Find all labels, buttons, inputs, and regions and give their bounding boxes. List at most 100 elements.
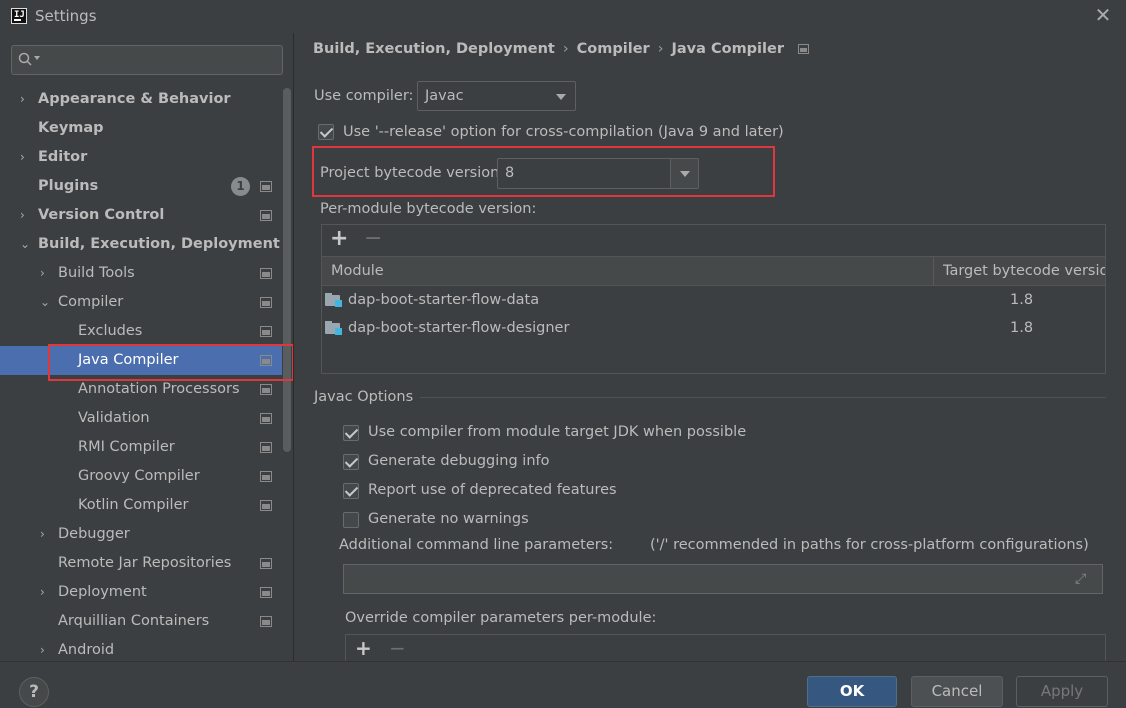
sidebar-item-arquillian-containers[interactable]: Arquillian Containers bbox=[0, 607, 282, 636]
sidebar-item-deployment[interactable]: › Deployment bbox=[0, 578, 282, 607]
help-button[interactable]: ? bbox=[19, 677, 49, 707]
sidebar-item-label: Debugger bbox=[58, 526, 130, 542]
per-module-label: Per-module bytecode version: bbox=[320, 201, 537, 217]
module-version-cell[interactable]: 1.8 bbox=[1010, 292, 1033, 308]
breadcrumb-item: Java Compiler bbox=[671, 41, 784, 57]
add-icon[interactable]: + bbox=[330, 226, 348, 251]
close-icon[interactable]: ✕ bbox=[1094, 5, 1112, 27]
use-compiler-label: Use compiler: bbox=[314, 88, 414, 104]
chevron-icon[interactable]: › bbox=[40, 520, 52, 549]
chevron-icon[interactable]: › bbox=[40, 259, 52, 288]
project-level-icon bbox=[260, 558, 272, 569]
sidebar-item-label: Groovy Compiler bbox=[78, 468, 200, 484]
section-divider bbox=[420, 397, 1106, 398]
sidebar-item-label: Kotlin Compiler bbox=[78, 497, 189, 513]
additional-params-input[interactable] bbox=[343, 564, 1103, 594]
breadcrumb-item: Build, Execution, Deployment bbox=[313, 41, 555, 57]
sidebar-item-rmi-compiler[interactable]: RMI Compiler bbox=[0, 433, 282, 462]
title-bar bbox=[0, 0, 1126, 33]
generate-no-warnings-checkbox[interactable] bbox=[343, 512, 359, 528]
module-name-cell[interactable]: dap-boot-starter-flow-designer bbox=[348, 320, 569, 336]
sidebar-item-build-tools[interactable]: › Build Tools bbox=[0, 259, 282, 288]
sidebar-item-label: Version Control bbox=[38, 207, 165, 223]
chevron-icon[interactable]: ⌄ bbox=[40, 288, 52, 317]
cancel-button[interactable]: Cancel bbox=[911, 676, 1003, 707]
project-level-icon bbox=[260, 500, 272, 511]
sidebar-item-label: Editor bbox=[38, 149, 88, 165]
release-option-checkbox[interactable] bbox=[318, 124, 334, 140]
project-level-icon bbox=[797, 44, 809, 54]
sidebar-item-label: Arquillian Containers bbox=[58, 613, 210, 629]
bytecode-version-value: 8 bbox=[505, 165, 515, 181]
intellij-logo-icon: IJ bbox=[11, 8, 27, 24]
chevron-down-icon[interactable] bbox=[670, 159, 698, 188]
module-folder-icon bbox=[325, 321, 342, 335]
breadcrumb-separator: › bbox=[657, 41, 664, 57]
sidebar-item-label: Plugins bbox=[38, 178, 99, 194]
sidebar-item-appearance-behavior[interactable]: › Appearance & Behavior bbox=[0, 85, 282, 114]
additional-params-label: Additional command line parameters: bbox=[339, 537, 614, 553]
sidebar-item-editor[interactable]: › Editor bbox=[0, 143, 282, 172]
chevron-icon[interactable]: ⌄ bbox=[20, 230, 32, 259]
sidebar-item-label: Remote Jar Repositories bbox=[58, 555, 232, 571]
compiler-select-value: Javac bbox=[425, 88, 464, 104]
sidebar-item-remote-jar-repositories[interactable]: Remote Jar Repositories bbox=[0, 549, 282, 578]
chevron-icon[interactable]: › bbox=[20, 143, 32, 172]
module-version-cell[interactable]: 1.8 bbox=[1010, 320, 1033, 336]
sidebar-item-version-control[interactable]: › Version Control bbox=[0, 201, 282, 230]
chevron-icon[interactable]: › bbox=[40, 578, 52, 607]
generate-debug-info-label: Generate debugging info bbox=[368, 453, 550, 469]
chevron-icon[interactable]: › bbox=[20, 201, 32, 230]
project-level-icon bbox=[260, 616, 272, 627]
additional-params-hint: ('/' recommended in paths for cross-plat… bbox=[650, 537, 1089, 553]
report-deprecated-label: Report use of deprecated features bbox=[368, 482, 617, 498]
generate-debug-info-checkbox[interactable] bbox=[343, 454, 359, 470]
sidebar-item-label: RMI Compiler bbox=[78, 439, 175, 455]
search-input[interactable] bbox=[11, 45, 283, 75]
sidebar-item-groovy-compiler[interactable]: Groovy Compiler bbox=[0, 462, 282, 491]
highlight-java-compiler bbox=[48, 344, 294, 381]
remove-icon[interactable]: − bbox=[389, 636, 406, 660]
sidebar-item-debugger[interactable]: › Debugger bbox=[0, 520, 282, 549]
search-options-icon bbox=[34, 56, 40, 60]
sidebar-item-compiler[interactable]: ⌄ Compiler bbox=[0, 288, 282, 317]
sidebar-item-kotlin-compiler[interactable]: Kotlin Compiler bbox=[0, 491, 282, 520]
report-deprecated-checkbox[interactable] bbox=[343, 483, 359, 499]
override-params-panel bbox=[345, 634, 1106, 661]
breadcrumb-separator: › bbox=[562, 41, 569, 57]
module-toolbar bbox=[322, 225, 1105, 257]
sidebar-item-label: Appearance & Behavior bbox=[38, 91, 231, 107]
use-module-jdk-label: Use compiler from module target JDK when… bbox=[368, 424, 747, 440]
project-level-icon bbox=[260, 442, 272, 453]
chevron-icon[interactable]: › bbox=[20, 85, 32, 114]
sidebar-item-excludes[interactable]: Excludes bbox=[0, 317, 282, 346]
module-name-cell[interactable]: dap-boot-starter-flow-data bbox=[348, 292, 539, 308]
expand-icon[interactable]: ⤢ bbox=[1075, 571, 1091, 587]
sidebar-item-label: Compiler bbox=[58, 294, 124, 310]
remove-icon[interactable]: − bbox=[364, 226, 382, 251]
bytecode-version-label: Project bytecode version: bbox=[320, 165, 505, 181]
sidebar-item-label: Keymap bbox=[38, 120, 104, 136]
sidebar-item-plugins[interactable]: Plugins 1 bbox=[0, 172, 282, 201]
apply-button[interactable]: Apply bbox=[1016, 676, 1108, 707]
sidebar-scrollbar[interactable] bbox=[283, 88, 291, 452]
ok-button[interactable]: OK bbox=[807, 676, 897, 707]
compiler-select[interactable]: Javac bbox=[417, 81, 576, 111]
pane-divider[interactable] bbox=[293, 33, 294, 661]
column-header-target-version[interactable]: Target bytecode version bbox=[943, 263, 1105, 279]
add-icon[interactable]: + bbox=[355, 636, 372, 660]
project-level-icon bbox=[260, 181, 272, 192]
update-count-badge: 1 bbox=[231, 177, 250, 196]
column-header-module[interactable]: Module bbox=[331, 263, 384, 279]
project-level-icon bbox=[260, 210, 272, 221]
sidebar-item-label: Build, Execution, Deployment bbox=[38, 236, 280, 252]
sidebar-item-validation[interactable]: Validation bbox=[0, 404, 282, 433]
sidebar-item-label: Excludes bbox=[78, 323, 143, 339]
sidebar-item-build-execution-deployment[interactable]: ⌄ Build, Execution, Deployment bbox=[0, 230, 282, 259]
bytecode-version-select[interactable]: 8 bbox=[497, 158, 699, 189]
use-module-jdk-checkbox[interactable] bbox=[343, 425, 359, 441]
chevron-down-icon bbox=[547, 82, 575, 110]
sidebar-item-keymap[interactable]: Keymap bbox=[0, 114, 282, 143]
project-level-icon bbox=[260, 413, 272, 424]
column-separator[interactable] bbox=[933, 257, 934, 286]
